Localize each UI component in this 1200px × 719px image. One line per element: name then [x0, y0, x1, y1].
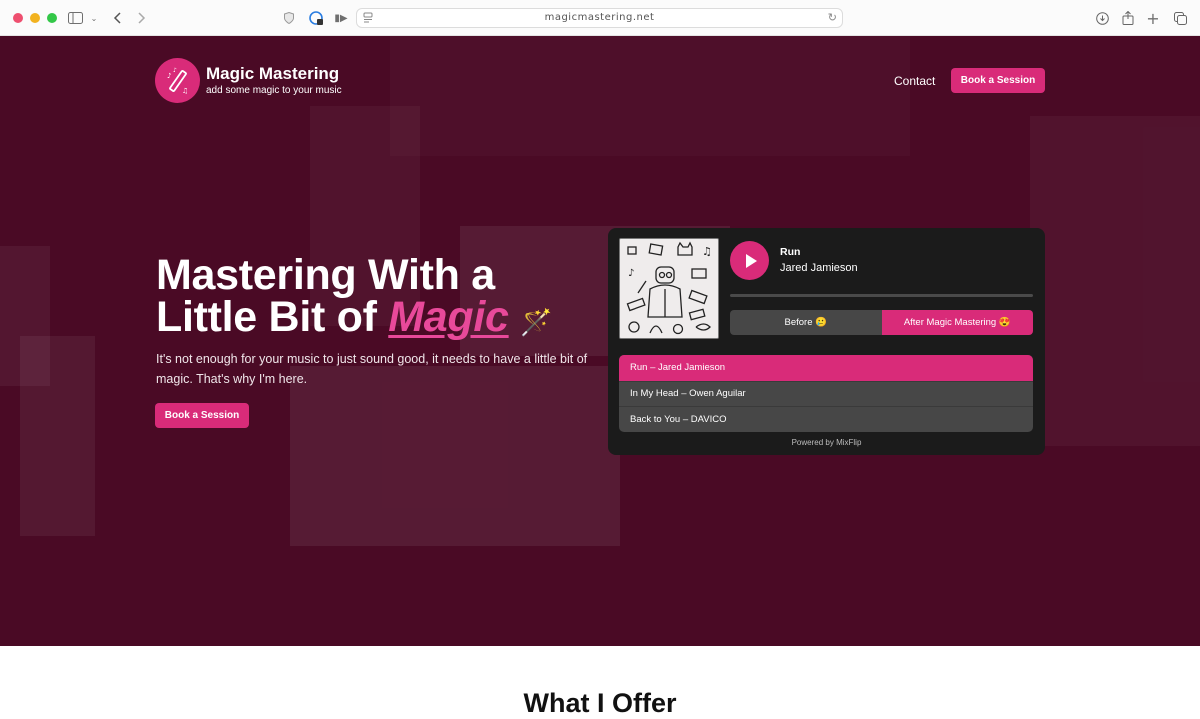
zoom-window-button[interactable]: [47, 13, 57, 23]
progress-bar[interactable]: [730, 294, 1033, 297]
forward-icon[interactable]: [136, 9, 148, 27]
svg-text:♪: ♪: [167, 72, 171, 80]
svg-text:♪: ♪: [173, 67, 177, 74]
browser-toolbar: ⌄ ▮▶ magicmastering.net ↻ +: [0, 0, 1200, 36]
track-title: Run: [780, 246, 801, 258]
reload-icon[interactable]: ↻: [828, 11, 837, 24]
new-tab-icon[interactable]: +: [1146, 9, 1160, 28]
magic-wand-logo-icon: ♪ ♫ ♪: [155, 58, 200, 103]
mixflip-audio-player: ♫ ♪ Run Jared Jamieson Before 🥲 After Ma…: [608, 228, 1045, 455]
privacy-report-icon[interactable]: [308, 9, 324, 27]
minimize-window-button[interactable]: [30, 13, 40, 23]
back-icon[interactable]: [111, 9, 123, 27]
hero-book-session-button[interactable]: Book a Session: [155, 403, 249, 428]
share-icon[interactable]: [1121, 9, 1135, 27]
headline-highlight: Magic: [388, 293, 509, 341]
play-icon: [745, 253, 757, 268]
shield-icon[interactable]: [283, 9, 295, 27]
media-icon[interactable]: ▮▶: [333, 9, 349, 27]
nav-contact-link[interactable]: Contact: [894, 74, 935, 88]
chevron-down-icon[interactable]: ⌄: [89, 9, 99, 27]
url-text[interactable]: magicmastering.net: [357, 12, 842, 23]
hero-section: ♪ ♫ ♪ Magic Mastering add some magic to …: [0, 36, 1200, 646]
sidebar-icon[interactable]: [67, 9, 83, 27]
what-i-offer-section: What I Offer: [0, 646, 1200, 718]
nav-book-session-button[interactable]: Book a Session: [951, 68, 1045, 93]
playlist-item[interactable]: In My Head – Owen Aguilar: [619, 380, 1033, 407]
svg-text:♫: ♫: [702, 245, 712, 258]
section-title: What I Offer: [523, 688, 677, 718]
after-mastering-button[interactable]: After Magic Mastering 😍: [881, 310, 1033, 335]
download-icon[interactable]: [1095, 9, 1109, 27]
hero-subtext: It's not enough for your music to just s…: [156, 352, 588, 386]
track-artist: Jared Jamieson: [780, 262, 858, 274]
address-bar[interactable]: magicmastering.net ↻: [356, 8, 843, 28]
window-controls: [13, 13, 57, 23]
before-button[interactable]: Before 🥲: [730, 310, 882, 335]
before-after-toggle: Before 🥲 After Magic Mastering 😍: [730, 310, 1033, 335]
playlist-item[interactable]: Back to You – DAVICO: [619, 406, 1033, 432]
headline-line-2: Little Bit of: [156, 293, 389, 341]
tabs-overview-icon[interactable]: [1173, 9, 1187, 27]
logo-tagline: add some magic to your music: [206, 85, 342, 96]
svg-text:♪: ♪: [628, 268, 634, 279]
site-logo[interactable]: ♪ ♫ ♪ Magic Mastering add some magic to …: [155, 58, 342, 103]
powered-by-mixflip: Powered by MixFlip: [791, 438, 862, 447]
headline-line-1: Mastering With a: [156, 251, 495, 299]
close-window-button[interactable]: [13, 13, 23, 23]
playlist-item[interactable]: Run – Jared Jamieson: [619, 355, 1033, 381]
play-button[interactable]: [730, 241, 769, 280]
logo-title: Magic Mastering: [206, 64, 340, 83]
hero-headline: Mastering With a Little Bit of Magic 🪄: [156, 251, 553, 343]
magic-wand-emoji-icon: 🪄: [520, 307, 553, 337]
playlist: Run – Jared Jamieson In My Head – Owen A…: [619, 355, 1033, 432]
svg-text:♫: ♫: [182, 87, 188, 95]
album-art: ♫ ♪: [619, 238, 719, 339]
